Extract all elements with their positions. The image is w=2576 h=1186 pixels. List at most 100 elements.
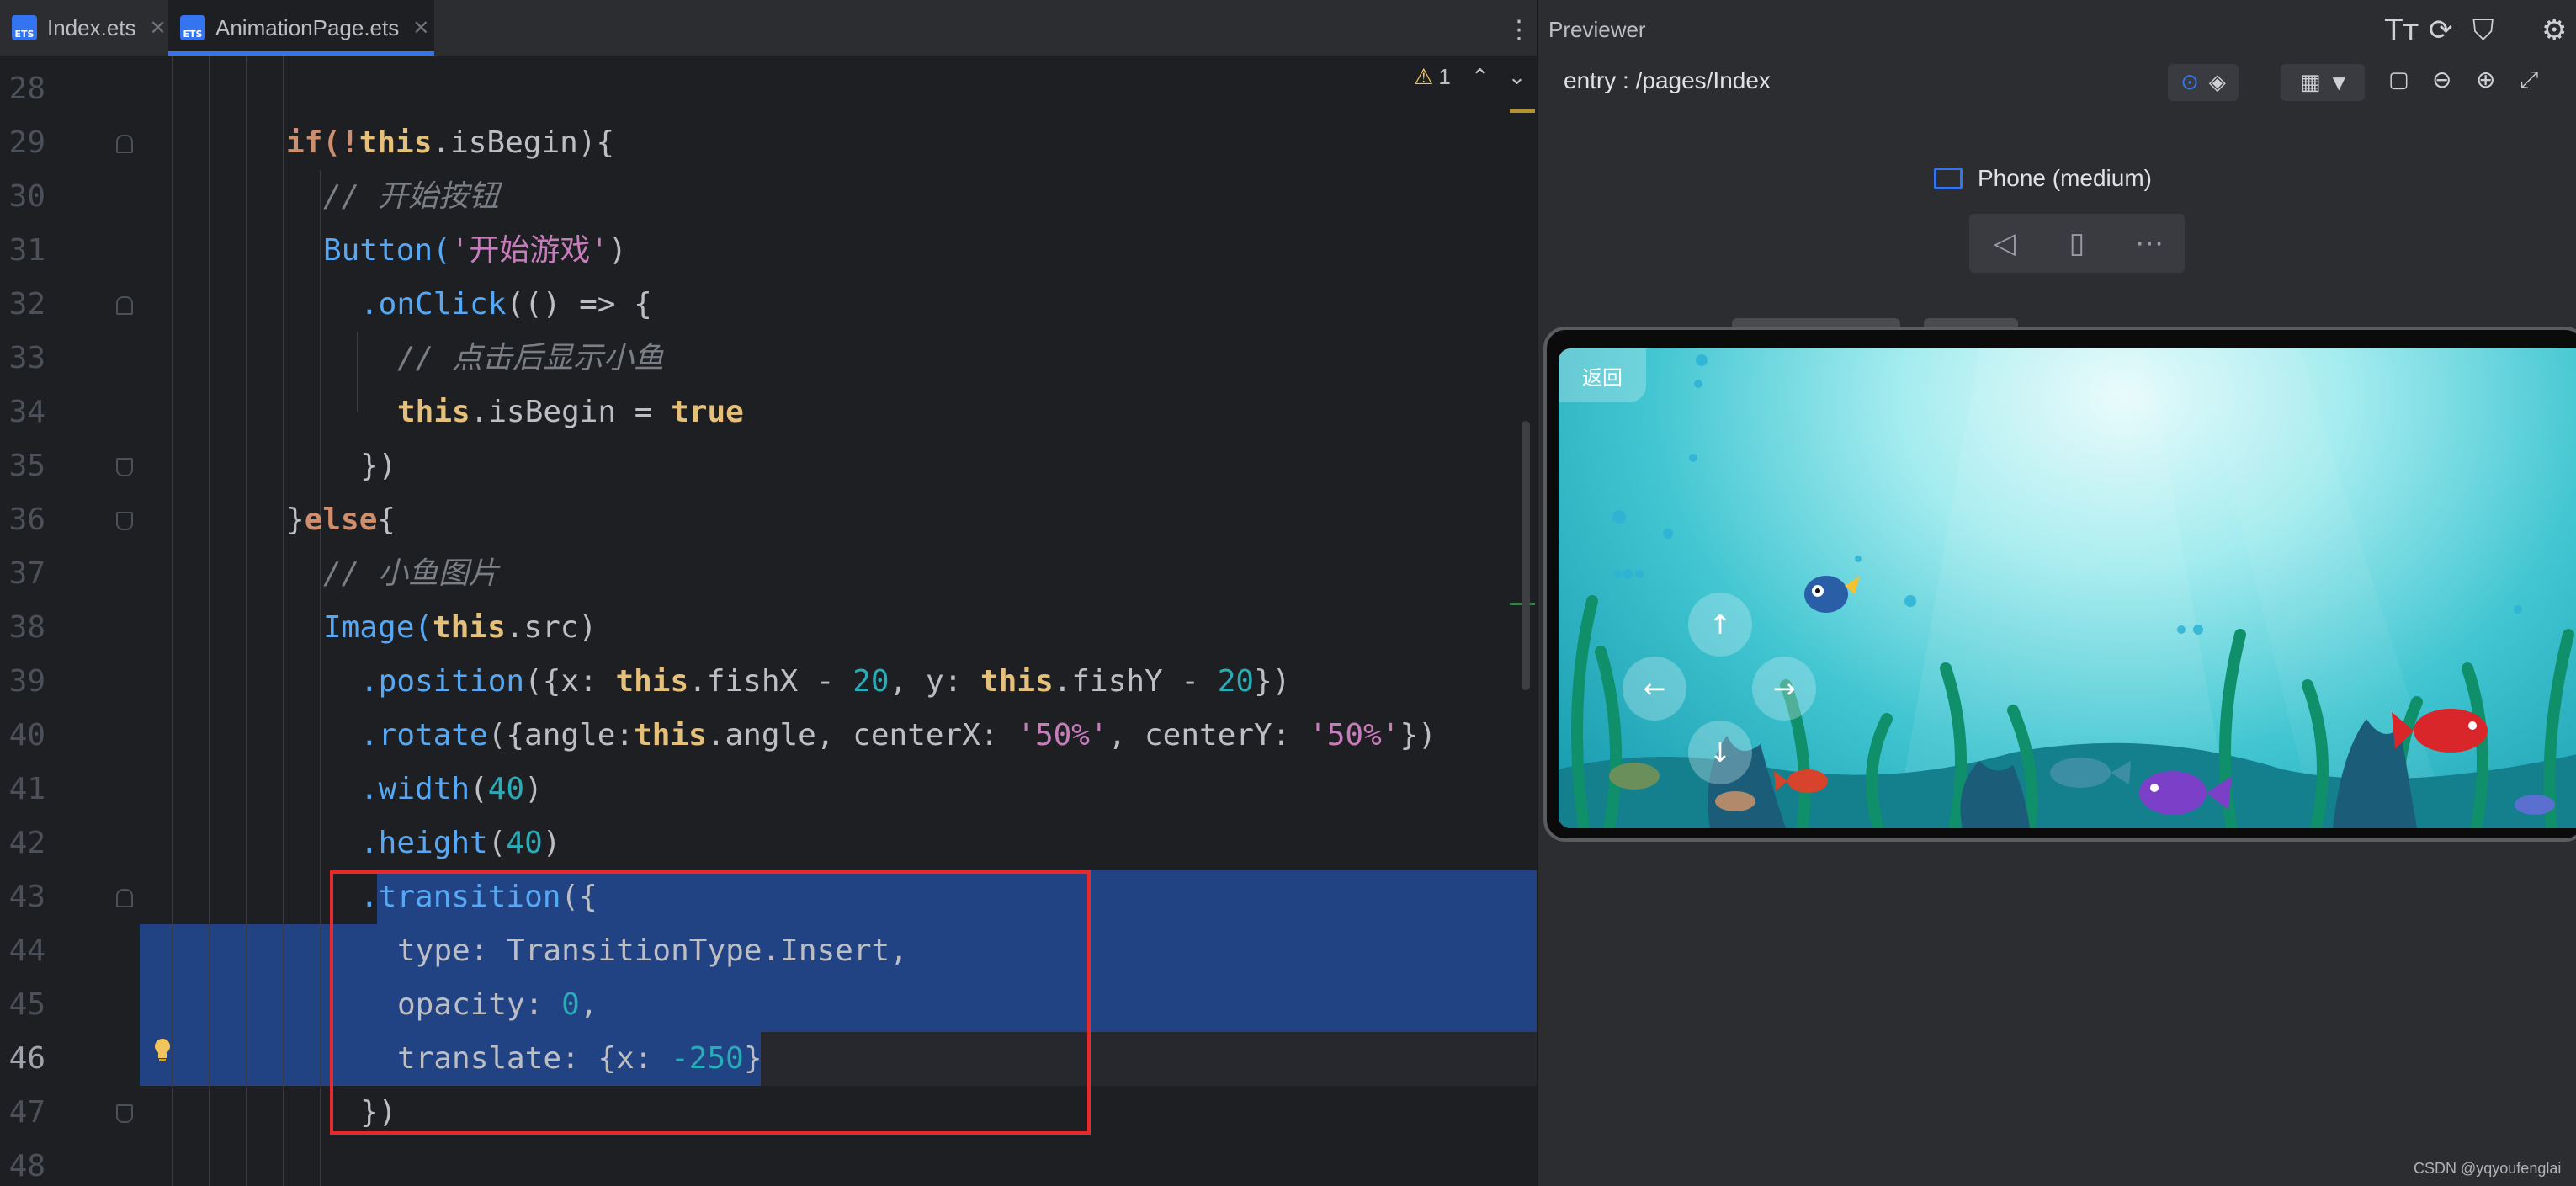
editor-tab-bar: ETS Index.ets ✕ ETS AnimationPage.ets ✕ …	[0, 0, 1537, 57]
layout-dropdown[interactable]: ▦ ▼	[2281, 64, 2365, 101]
close-icon[interactable]: ✕	[150, 16, 167, 40]
code-line-33: // 点击后显示小鱼	[397, 341, 665, 375]
indent-guide	[357, 332, 358, 412]
code-token: (	[470, 772, 488, 806]
line-number: 42	[8, 826, 45, 860]
indent-guide	[246, 56, 247, 1186]
code-token: , centerY:	[1107, 718, 1309, 753]
editor-scrollbar[interactable]	[1522, 421, 1530, 690]
code-token: (() => {	[506, 287, 652, 322]
code-token: Image(	[323, 610, 433, 645]
code-line-38: Image(this.src)	[323, 601, 597, 655]
zoom-in-icon[interactable]: ⊕	[2476, 66, 2495, 93]
bug-icon[interactable]: ⛉	[2472, 13, 2494, 47]
code-token: else	[304, 503, 378, 537]
indent-guide	[172, 56, 173, 1186]
code-token: this	[397, 395, 470, 429]
close-icon[interactable]: ✕	[412, 16, 429, 40]
code-token: )	[608, 233, 627, 268]
code-token: }	[286, 503, 305, 537]
inspector-toggle[interactable]: ⊙ ◈	[2168, 64, 2239, 101]
line-number: 38	[8, 610, 45, 645]
inspect-icon: ⊙	[2180, 70, 2199, 95]
chevron-down-icon[interactable]: ⌄	[1508, 64, 1527, 89]
tab-animationpage-ets[interactable]: ETS AnimationPage.ets ✕	[168, 0, 434, 56]
fit-screen-icon[interactable]: ⤢	[2520, 66, 2538, 94]
crop-icon[interactable]: ▢	[2388, 67, 2409, 93]
warning-icon: ⚠	[1414, 64, 1434, 89]
lightbulb-icon[interactable]	[151, 1037, 173, 1062]
code-token: .fishX -	[688, 664, 853, 699]
line-number: 36	[8, 503, 45, 537]
code-line-37: // 小鱼图片	[323, 556, 500, 591]
zoom-out-icon[interactable]: ⊖	[2432, 66, 2451, 93]
move-right-button[interactable]: →	[1752, 657, 1816, 721]
code-token: '50%'	[1017, 718, 1108, 753]
code-line-39: .position({x: this.fishX - 20, y: this.f…	[360, 655, 1290, 709]
player-fish	[1804, 576, 1860, 613]
code-token: .fishY -	[1053, 664, 1218, 699]
code-editor[interactable]: ETS Index.ets ✕ ETS AnimationPage.ets ✕ …	[0, 0, 1537, 1186]
device-controls: ◁ ▯ ⋯	[1969, 214, 2185, 273]
code-token: .rotate	[360, 718, 488, 753]
code-token: ({x:	[524, 664, 616, 699]
gear-icon[interactable]: ⚙	[2541, 13, 2567, 47]
back-triangle-icon[interactable]: ◁	[1969, 214, 2040, 273]
indent-guide	[283, 56, 284, 1186]
code-token: })	[1254, 664, 1291, 699]
code-line-29: if(!this.isBegin){	[286, 116, 614, 170]
code-token: , y:	[889, 664, 980, 699]
warning-stripe[interactable]	[1510, 109, 1535, 113]
chevron-up-icon[interactable]: ⌃	[1471, 64, 1490, 89]
ets-file-icon: ETS	[180, 15, 205, 40]
ets-file-icon: ETS	[12, 15, 37, 40]
layers-icon: ◈	[2208, 70, 2226, 95]
move-up-button[interactable]: ↑	[1688, 593, 1752, 657]
code-token: this	[433, 610, 506, 645]
line-number-current: 46	[8, 1041, 45, 1076]
code-line-30: // 开始按钮	[323, 179, 500, 214]
code-line-31: Button('开始游戏')	[323, 224, 627, 278]
line-number: 44	[8, 933, 45, 968]
font-size-icon[interactable]: Tт	[2385, 13, 2419, 47]
device-label: Phone (medium)	[1934, 165, 2152, 192]
code-token: 40	[487, 772, 525, 806]
refresh-icon[interactable]: ⟳	[2429, 13, 2453, 47]
back-button[interactable]: 返回	[1559, 348, 1646, 402]
code-token: .position	[360, 664, 525, 699]
code-token: ({angle:	[487, 718, 635, 753]
rotate-device-icon[interactable]: ▯	[2042, 214, 2112, 273]
code-token: this	[615, 664, 689, 699]
code-token: Button(	[323, 233, 451, 268]
more-vertical-icon[interactable]: ⋮	[1506, 15, 1532, 45]
code-line-41: .width(40)	[360, 763, 543, 816]
line-number: 39	[8, 664, 45, 699]
line-number: 45	[8, 987, 45, 1022]
fish-blue-right	[2515, 795, 2555, 815]
code-token: true	[671, 395, 744, 429]
line-number: 31	[8, 233, 45, 268]
fish-green	[1609, 763, 1660, 790]
tab-index-ets[interactable]: ETS Index.ets ✕	[0, 0, 167, 56]
chevron-down-icon: ▼	[2332, 72, 2345, 93]
code-token: })	[1400, 718, 1437, 753]
move-left-button[interactable]: ←	[1623, 657, 1686, 721]
inspection-widget[interactable]: ⚠ 1 ⌃ ⌄	[1414, 64, 1526, 90]
code-token: 40	[506, 826, 543, 860]
code-line-34: this.isBegin = true	[397, 386, 744, 439]
code-token: .angle, centerX:	[706, 718, 1017, 753]
code-token: )	[542, 826, 561, 860]
code-token: 20	[1217, 664, 1255, 699]
code-token: {	[377, 503, 396, 537]
move-down-button[interactable]: ↓	[1688, 721, 1752, 784]
warning-count: 1	[1438, 64, 1451, 89]
line-number: 30	[8, 179, 45, 214]
line-number: 34	[8, 395, 45, 429]
code-token: if(!	[286, 125, 359, 160]
code-line-36: }else{	[286, 493, 396, 547]
more-horizontal-icon[interactable]: ⋯	[2114, 214, 2185, 273]
line-number: 35	[8, 449, 45, 483]
code-token: '开始游戏'	[450, 233, 609, 268]
grid-icon: ▦	[2300, 70, 2321, 95]
app-screen[interactable]: 返回 ↑ ← → ↓	[1559, 348, 2576, 828]
